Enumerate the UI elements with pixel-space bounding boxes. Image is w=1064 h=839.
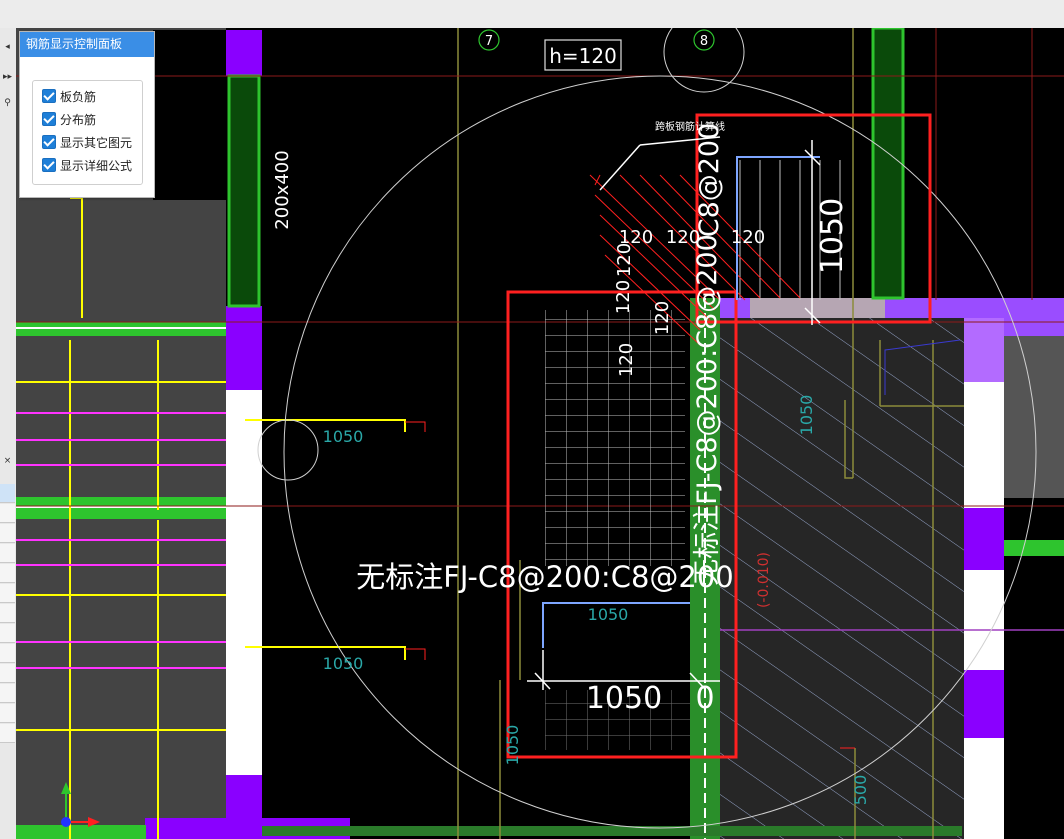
checkbox-checked-icon[interactable] bbox=[42, 89, 56, 103]
rebar-annotation-vertical-top: C8@200 bbox=[694, 123, 725, 238]
left-dock-strip: ◂ ▸▸ ⚲ × bbox=[0, 28, 17, 839]
beam-size-label: 200x400 bbox=[272, 150, 293, 229]
close-icon[interactable]: × bbox=[0, 454, 15, 468]
list-row[interactable] bbox=[0, 664, 15, 683]
svg-text:1050: 1050 bbox=[503, 725, 522, 766]
list-row[interactable] bbox=[0, 704, 15, 723]
level-label: (-0.010) bbox=[756, 552, 772, 608]
option-show-detailed-formula[interactable]: 显示详细公式 bbox=[42, 156, 132, 174]
list-row[interactable] bbox=[0, 604, 15, 623]
column bbox=[226, 30, 262, 76]
slab-thickness-label: h=120 bbox=[549, 44, 617, 68]
list-row[interactable] bbox=[0, 584, 15, 603]
checkbox-checked-icon[interactable] bbox=[42, 158, 56, 172]
expand-icon[interactable]: ▸▸ bbox=[0, 70, 15, 84]
column bbox=[226, 306, 262, 390]
option-label: 板负筋 bbox=[60, 89, 97, 104]
list-row[interactable] bbox=[0, 504, 15, 523]
checkbox-checked-icon[interactable] bbox=[42, 135, 56, 149]
beam-green bbox=[1004, 540, 1064, 556]
axis-label-8: 8 bbox=[700, 34, 708, 49]
panel-title: 钢筋显示控制面板 bbox=[20, 32, 154, 57]
rebar-grid bbox=[545, 310, 685, 566]
axis-label-7: 7 bbox=[485, 34, 493, 49]
option-slab-negative-rebar[interactable]: 板负筋 bbox=[42, 87, 96, 105]
list-row-selected[interactable] bbox=[0, 484, 15, 503]
rebar-calc-line-label: 跨板钢筋计算线 bbox=[655, 120, 725, 133]
checkbox-checked-icon[interactable] bbox=[42, 112, 56, 126]
svg-text:120: 120 bbox=[614, 243, 635, 277]
svg-text:120: 120 bbox=[731, 227, 765, 248]
wall-white bbox=[226, 380, 262, 775]
panel-options-group: 板负筋 分布筋 显示其它图元 显示详细公式 bbox=[32, 80, 143, 185]
svg-text:120: 120 bbox=[666, 227, 700, 248]
list-row[interactable] bbox=[0, 524, 15, 543]
list-row[interactable] bbox=[0, 724, 15, 743]
option-label: 显示详细公式 bbox=[60, 158, 133, 173]
svg-text:120: 120 bbox=[613, 280, 634, 314]
dimension-label-1050-vertical: 1050 bbox=[815, 198, 850, 274]
svg-text:1050: 1050 bbox=[323, 427, 364, 446]
beam-green bbox=[16, 825, 146, 839]
rebar-annotation: 无标注FJ-C8@200:C8@200 bbox=[356, 560, 734, 594]
option-label: 显示其它图元 bbox=[60, 135, 133, 150]
wall-white bbox=[964, 355, 1004, 839]
svg-text:1050: 1050 bbox=[323, 654, 364, 673]
svg-text:120: 120 bbox=[616, 343, 637, 377]
dimension-label-1050: 1050 bbox=[586, 681, 662, 716]
list-row[interactable] bbox=[0, 644, 15, 663]
option-distribution-rebar[interactable]: 分布筋 bbox=[42, 110, 96, 128]
list-row[interactable] bbox=[0, 684, 15, 703]
svg-text:1050: 1050 bbox=[797, 395, 816, 436]
dimension-label-0: 0 bbox=[695, 681, 714, 716]
option-show-other-elements[interactable]: 显示其它图元 bbox=[42, 133, 132, 151]
top-toolbar bbox=[0, 0, 1064, 29]
svg-text:120: 120 bbox=[652, 301, 673, 335]
beam-green bbox=[871, 28, 905, 300]
option-label: 分布筋 bbox=[60, 112, 97, 127]
column bbox=[964, 508, 1004, 570]
list-row[interactable] bbox=[0, 544, 15, 563]
list-row[interactable] bbox=[0, 564, 15, 583]
beam-green bbox=[227, 74, 261, 308]
svg-text:500: 500 bbox=[851, 775, 870, 806]
collapse-left-icon[interactable]: ◂ bbox=[0, 40, 15, 54]
column bbox=[964, 318, 1004, 382]
column bbox=[964, 670, 1004, 738]
cad-canvas[interactable]: 7 8 h=120 200x400 1050 0 1050 无标注FJ-C8@2… bbox=[16, 28, 1064, 839]
search-icon[interactable]: ⚲ bbox=[0, 96, 15, 110]
list-row[interactable] bbox=[0, 624, 15, 643]
rebar-display-panel: 钢筋显示控制面板 板负筋 分布筋 显示其它图元 显示详细公式 bbox=[19, 31, 155, 198]
rebar-annotation-vertical: 无标注FJ-C8@200:C8@200 bbox=[692, 234, 723, 586]
svg-text:1050: 1050 bbox=[588, 605, 629, 624]
